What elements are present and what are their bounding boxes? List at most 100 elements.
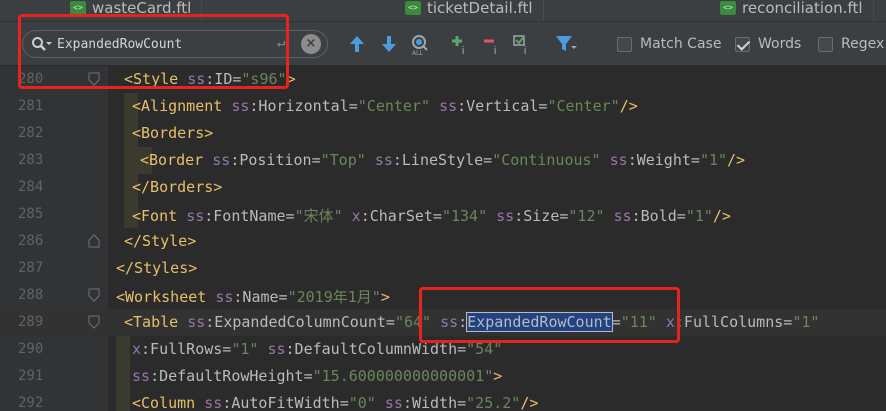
code-token: "宋体" — [294, 207, 352, 225]
code-token: <Table — [124, 313, 188, 331]
code-token: /> — [520, 394, 539, 411]
code-token: :FullRows= — [141, 340, 232, 358]
code-token: :Bold= — [631, 207, 686, 225]
code-token: "Center" — [357, 97, 440, 115]
code-token: :Width= — [402, 394, 467, 411]
code-token: :Horizontal= — [249, 97, 358, 115]
code-token: <Borders> — [132, 124, 214, 142]
code-token: "1" — [792, 313, 820, 331]
fold-end-icon[interactable] — [88, 234, 100, 248]
code-text: </Style> — [124, 232, 196, 250]
code-token: ss — [231, 97, 250, 115]
code-token: "15.600000000000001" — [312, 367, 494, 385]
tab-label: reconciliation.ftl — [742, 0, 863, 17]
code-token: :AutoFitWidth= — [222, 394, 349, 411]
code-token: ss — [132, 367, 151, 385]
code-text: <Borders> — [132, 124, 213, 142]
code-token: ss — [267, 340, 286, 358]
code-text: <Border ss:Position="Top" ss:LineStyle="… — [140, 151, 745, 169]
code-token: x — [351, 207, 361, 225]
filter-icon[interactable] — [555, 34, 577, 54]
prev-occurrence-icon[interactable] — [348, 34, 366, 54]
code-text: <Worksheet ss:Name="2019年1月"> — [116, 286, 390, 307]
next-occurrence-icon[interactable] — [380, 34, 398, 54]
find-all-icon[interactable]: ALL — [410, 34, 434, 56]
code-text: <Alignment ss:Horizontal="Center" ss:Ver… — [132, 97, 638, 115]
line-number: 289 — [18, 314, 44, 330]
code-line[interactable]: 285 <Font ss:FontName="宋体" x:CharSet="134… — [0, 201, 886, 228]
add-selection-icon[interactable]: Ꭵ — [450, 34, 476, 56]
code-token: :FullColumns= — [674, 313, 793, 331]
code-token: ss — [186, 207, 205, 225]
svg-text:Ꭵ: Ꭵ — [524, 44, 526, 56]
regex-option[interactable]: Regex — [818, 36, 884, 52]
code-token: "2019年1月" — [287, 288, 381, 306]
code-token: :Name= — [233, 288, 288, 306]
line-number: 291 — [18, 368, 44, 384]
fold-collapse-icon[interactable] — [88, 315, 100, 329]
code-token: ss — [204, 394, 223, 411]
svg-text:ALL: ALL — [412, 50, 423, 56]
code-line[interactable]: 284 </Borders> — [0, 174, 886, 201]
code-editor[interactable]: 280 <Style ss:ID="s96"> 281 <Alignment ss:H… — [0, 66, 886, 411]
code-line[interactable]: 291 ss:DefaultRowHeight="15.6000000000000… — [0, 363, 886, 390]
code-line[interactable]: 281 <Alignment ss:Horizontal="Center" ss:… — [0, 93, 886, 120]
code-token: :Vertical= — [457, 97, 548, 115]
fold-collapse-icon[interactable] — [88, 288, 100, 302]
code-text: ss:DefaultRowHeight="15.600000000000001"… — [132, 367, 502, 385]
words-option[interactable]: Words — [735, 36, 801, 52]
code-token: :LineStyle= — [392, 151, 493, 169]
code-token: :FontName= — [204, 207, 295, 225]
code-token: "Top" — [320, 151, 375, 169]
line-number: 284 — [18, 179, 44, 195]
code-token: <Column — [132, 394, 205, 411]
code-token: <Border — [140, 151, 213, 169]
code-token: "1" — [685, 207, 713, 225]
line-number: 288 — [18, 287, 44, 303]
code-token: ss — [496, 207, 515, 225]
code-token: </Borders> — [132, 178, 223, 196]
match-case-checkbox[interactable] — [617, 36, 632, 52]
line-number: 292 — [18, 395, 44, 411]
code-token: ss — [374, 151, 393, 169]
code-token: :Size= — [514, 207, 569, 225]
line-number: 287 — [18, 260, 44, 276]
code-line[interactable]: 292 <Column ss:AutoFitWidth="0" ss:Width=… — [0, 390, 886, 411]
line-number: 290 — [18, 341, 44, 357]
code-token: ss — [215, 288, 234, 306]
code-token: :Position= — [230, 151, 321, 169]
tab-reconciliation[interactable]: <> reconciliation.ftl — [710, 0, 874, 21]
code-token: /> — [619, 97, 638, 115]
select-all-occurrences-icon[interactable]: Ꭵ — [512, 34, 538, 56]
code-text: </Borders> — [132, 178, 222, 196]
code-token: "1" — [699, 151, 728, 169]
code-token: ss — [613, 207, 632, 225]
code-token: ss — [384, 394, 403, 411]
annotation-search-box — [18, 14, 289, 89]
code-token: :Weight= — [627, 151, 700, 169]
code-token: ss — [187, 313, 206, 331]
line-number: 286 — [18, 233, 44, 249]
code-line[interactable]: 282 <Borders> — [0, 120, 886, 147]
words-label: Words — [758, 36, 802, 52]
code-line[interactable]: 283 <Border ss:Position="Top" ss:LineStyl… — [0, 147, 886, 174]
code-line[interactable]: 287 </Styles> — [0, 255, 886, 282]
code-token: ss — [212, 151, 231, 169]
clear-search-icon[interactable]: × — [301, 34, 321, 54]
code-token: <Worksheet — [116, 288, 216, 306]
code-token: /> — [712, 207, 731, 225]
code-line[interactable]: 286 </Style> — [0, 228, 886, 255]
match-case-option[interactable]: Match Case — [617, 36, 721, 52]
tab-ticketdetail[interactable]: <> ticketDetail.ftl — [395, 0, 544, 21]
code-text: <Font ss:FontName="宋体" x:CharSet="134" s… — [132, 205, 731, 226]
line-number: 283 — [18, 152, 44, 168]
ftl-file-icon: <> — [70, 1, 86, 15]
code-token: "0" — [348, 394, 385, 411]
code-token: :DefaultRowHeight= — [150, 367, 313, 385]
code-token: "25.2" — [466, 394, 521, 411]
words-checkbox[interactable] — [735, 36, 750, 52]
remove-selection-icon[interactable]: Ꭵ — [482, 34, 508, 56]
regex-checkbox[interactable] — [818, 36, 833, 52]
code-token: <Font — [132, 207, 187, 225]
code-token: :CharSet= — [360, 207, 442, 225]
